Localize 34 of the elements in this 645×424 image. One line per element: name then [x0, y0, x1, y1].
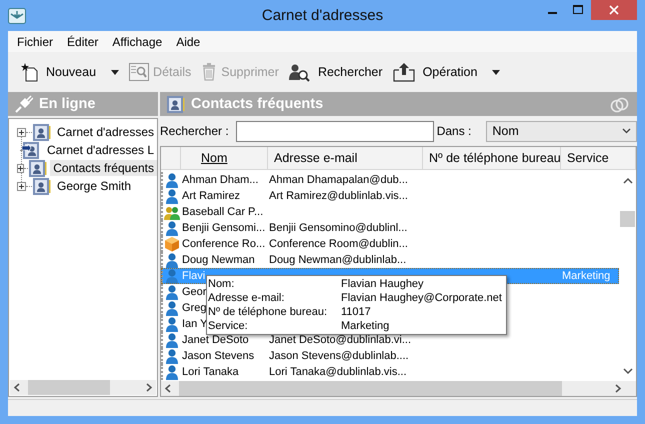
table-cell: Flavi [181, 269, 206, 283]
tooltip-value: 11017 [341, 305, 372, 319]
tooltip-value: Flavian Haughey@Corporate.net [341, 291, 502, 305]
table-cell: Janet DeSoto@dublinlab.vi... [268, 333, 412, 347]
tooltip-value: Flavian Haughey [341, 277, 425, 291]
table-cell: Doug Newman [181, 253, 255, 267]
panel-title: En ligne [39, 96, 96, 112]
tooltip-label: Service: [208, 319, 249, 333]
table-cell: Conference Room@dublin... [268, 237, 408, 251]
table-cell: Jason Stevens [181, 349, 254, 363]
table-cell: Baseball Car P... [181, 205, 264, 219]
table-cell: Benjii Gensomino@dublinl... [268, 221, 408, 235]
tooltip-label: Adresse e-mail: [208, 291, 286, 305]
panel-title: Contacts fréquents [191, 96, 324, 112]
table-cell: Jason Stevens@dublinlab.... [268, 349, 409, 363]
tooltip-label: Nº de téléphone bureau: [208, 305, 328, 319]
scope-label: Dans : [436, 124, 472, 138]
table-cell: Doug Newman@dublinlab... [268, 253, 406, 267]
window-title: Carnet d'adresses [262, 7, 384, 24]
table-cell: Benjii Gensomi... [181, 221, 266, 235]
table-cell: Lori Tanaka [181, 365, 239, 379]
table-cell: Ahman Dham... [181, 173, 258, 187]
tooltip-label: Nom: [208, 277, 236, 291]
tooltip-value: Marketing [341, 319, 390, 333]
table-cell: Art Ramirez@dublinlab.vis... [268, 189, 408, 203]
table-cell: Ahman Dhamapalan@dub... [268, 173, 408, 187]
table-cell: Marketing [561, 269, 610, 283]
table-cell: Janet DeSoto [181, 333, 249, 347]
table-cell: Art Ramirez [181, 189, 240, 203]
table-cell: Lori Tanaka@dublinlab.vis... [268, 365, 407, 379]
search-label: Rechercher : [160, 124, 229, 138]
table-cell: Greg [181, 301, 206, 315]
table-cell: Conference Ro... [181, 237, 266, 251]
table-cell: Geor [181, 285, 206, 299]
